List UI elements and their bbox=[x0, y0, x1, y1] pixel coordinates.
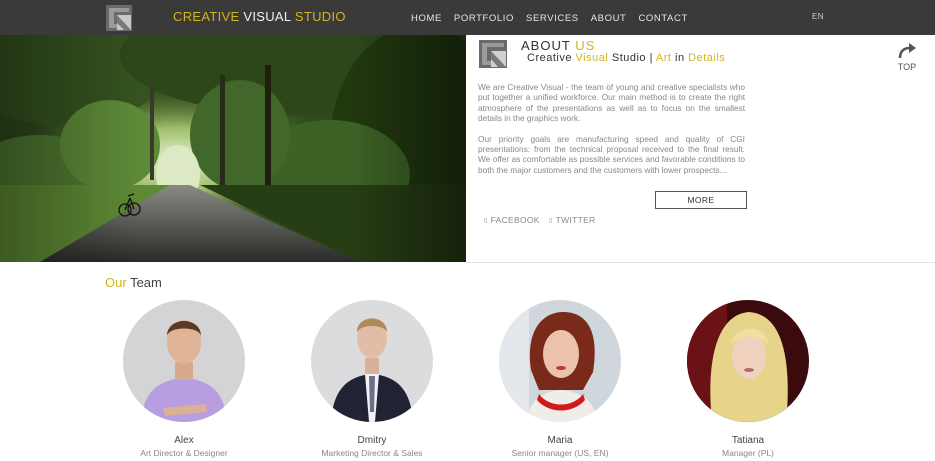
team-heading-a: Our bbox=[105, 275, 127, 290]
nav-portfolio[interactable]: PORTFOLIO bbox=[454, 13, 514, 24]
nav-about[interactable]: ABOUT bbox=[591, 13, 627, 24]
hero-photo-forest-road bbox=[0, 35, 466, 262]
tagline-visual: Visual bbox=[575, 52, 609, 64]
back-to-top-button[interactable]: TOP bbox=[895, 43, 919, 72]
studio-logo-icon bbox=[478, 39, 510, 69]
brand-visual: VISUAL bbox=[243, 9, 291, 24]
brand-creative: CREATIVE bbox=[173, 9, 240, 24]
tagline-studio: Studio | bbox=[611, 52, 653, 64]
twitter-link[interactable]: ▯ TWITTER bbox=[549, 215, 595, 225]
member-role: Art Director & Designer bbox=[140, 448, 228, 458]
team-heading: Our Team bbox=[105, 275, 162, 290]
member-role: Senior manager (US, EN) bbox=[511, 448, 609, 458]
main-nav: HOME PORTFOLIO SERVICES ABOUT CONTACT bbox=[411, 13, 700, 24]
brand-name[interactable]: CREATIVE VISUAL STUDIO bbox=[173, 9, 346, 24]
section-divider bbox=[466, 262, 935, 263]
about-tagline: Creative Visual Studio | Art in Details bbox=[527, 52, 725, 64]
facebook-link[interactable]: ▯ FACEBOOK bbox=[484, 215, 540, 225]
brand-studio: STUDIO bbox=[294, 9, 346, 24]
member-name: Dmitry bbox=[357, 435, 387, 446]
tagline-in: in bbox=[675, 52, 685, 64]
member-name: Maria bbox=[547, 435, 573, 446]
avatar bbox=[311, 300, 433, 422]
member-role: Manager (PL) bbox=[722, 448, 774, 458]
more-button[interactable]: MORE bbox=[655, 191, 747, 209]
facebook-icon: ▯ bbox=[484, 217, 488, 224]
team-heading-b: Team bbox=[130, 275, 162, 290]
studio-logo-icon[interactable] bbox=[105, 4, 135, 32]
about-paragraph-2: Our priority goals are manufacturing spe… bbox=[478, 133, 745, 175]
about-panel: ABOUT US Creative Visual Studio | Art in… bbox=[466, 35, 935, 262]
language-switcher[interactable]: EN bbox=[812, 12, 824, 21]
twitter-label: TWITTER bbox=[555, 215, 596, 225]
nav-services[interactable]: SERVICES bbox=[526, 13, 579, 24]
member-role: Marketing Director & Sales bbox=[321, 448, 423, 458]
facebook-label: FACEBOOK bbox=[490, 215, 540, 225]
team-member-maria[interactable]: Maria Senior manager (US, EN) bbox=[480, 300, 640, 458]
team-member-alex[interactable]: Alex Art Director & Designer bbox=[104, 300, 264, 458]
top-label: TOP bbox=[897, 62, 917, 72]
about-heading: ABOUT US bbox=[521, 38, 595, 53]
member-name: Alex bbox=[174, 435, 194, 446]
team-member-dmitry[interactable]: Dmitry Marketing Director & Sales bbox=[292, 300, 452, 458]
team-member-tatiana[interactable]: Tatiana Manager (PL) bbox=[668, 300, 828, 458]
avatar bbox=[499, 300, 621, 422]
about-heading-a: ABOUT bbox=[521, 38, 571, 53]
about-description: We are Creative Visual - the team of you… bbox=[478, 82, 745, 175]
avatar bbox=[687, 300, 809, 422]
nav-home[interactable]: HOME bbox=[411, 13, 442, 24]
twitter-icon: ▯ bbox=[549, 217, 553, 224]
about-heading-b: US bbox=[575, 38, 596, 53]
curved-arrow-up-icon bbox=[898, 43, 916, 59]
tagline-art: Art bbox=[655, 52, 672, 64]
tagline-creative: Creative bbox=[527, 52, 572, 64]
tagline-details: Details bbox=[688, 52, 726, 64]
top-navbar: CREATIVE VISUAL STUDIO HOME PORTFOLIO SE… bbox=[0, 0, 935, 35]
member-name: Tatiana bbox=[731, 435, 765, 446]
nav-contact[interactable]: CONTACT bbox=[638, 13, 687, 24]
avatar bbox=[123, 300, 245, 422]
about-paragraph-1: We are Creative Visual - the team of you… bbox=[478, 82, 745, 124]
